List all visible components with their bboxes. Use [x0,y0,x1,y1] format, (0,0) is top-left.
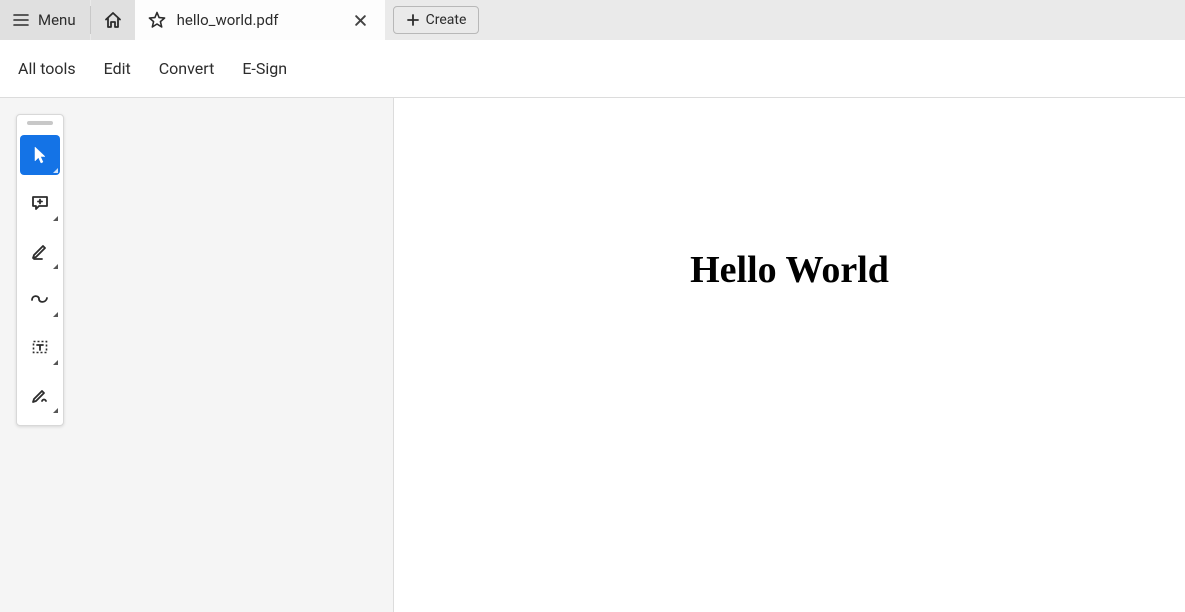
toolbox-grip[interactable] [27,121,53,125]
create-label: Create [426,12,467,28]
main-area: Hello World [0,98,1185,612]
expand-corner-icon [53,264,58,269]
expand-corner-icon [53,216,58,221]
menu-bar: All tools Edit Convert E-Sign [0,40,1185,98]
annotation-toolbox [16,114,64,426]
select-tool[interactable] [20,135,60,175]
expand-corner-icon [53,360,58,365]
textbox-icon [30,337,50,357]
tab-title: hello_world.pdf [177,11,339,29]
title-bar: Menu hello_world.pdf [0,0,1185,40]
highlighter-icon [30,241,50,261]
menu-item-convert[interactable]: Convert [159,59,215,78]
expand-corner-icon [53,168,58,173]
menu-label: Menu [38,11,76,29]
menu-item-esign[interactable]: E-Sign [242,59,287,78]
textbox-tool[interactable] [20,327,60,367]
comment-icon [30,193,50,213]
draw-tool[interactable] [20,279,60,319]
menu-item-edit[interactable]: Edit [104,59,131,78]
highlight-tool[interactable] [20,231,60,271]
signature-icon [30,385,50,405]
hamburger-icon [12,11,30,29]
menu-item-all-tools[interactable]: All tools [18,59,76,78]
close-icon [354,14,367,27]
side-panel [0,98,394,612]
home-icon [103,10,123,30]
menu-button[interactable]: Menu [0,0,90,40]
sign-tool[interactable] [20,375,60,415]
document-tab[interactable]: hello_world.pdf [135,0,385,40]
cursor-icon [30,145,50,165]
freehand-icon [29,289,51,309]
document-viewport[interactable]: Hello World [394,98,1185,612]
create-button[interactable]: Create [393,6,480,34]
expand-corner-icon [53,408,58,413]
document-heading: Hello World [690,248,889,292]
star-icon[interactable] [147,10,167,30]
expand-corner-icon [53,312,58,317]
comment-tool[interactable] [20,183,60,223]
plus-icon [406,13,420,27]
tab-close-button[interactable] [349,8,373,32]
home-button[interactable] [91,0,135,40]
